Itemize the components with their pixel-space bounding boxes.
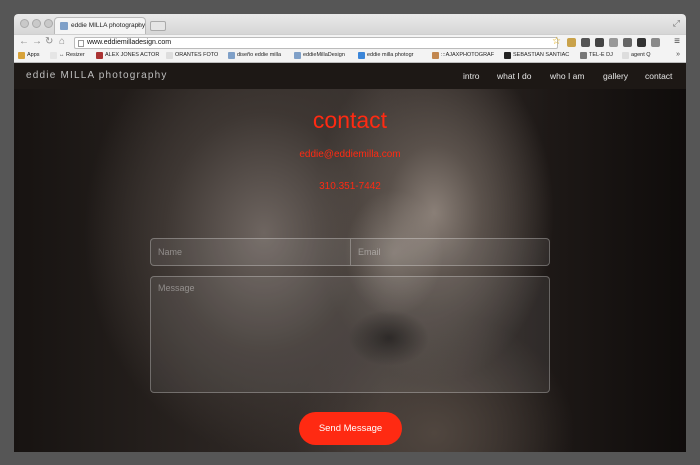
zoom-window-button[interactable] [44,19,53,28]
email-input[interactable] [350,238,550,266]
bookmark-item[interactable]: diseño eddie milla [228,52,281,59]
bookmark-icon [228,52,235,59]
bookmark-icon [294,52,301,59]
bookmark-icon [358,52,365,59]
bookmark-icon [580,52,587,59]
more-bookmarks-icon[interactable]: » [676,51,680,58]
reload-icon[interactable]: ↻ [45,36,53,47]
bookmark-item[interactable]: Apps [18,52,40,59]
nav-link-intro[interactable]: intro [463,71,480,81]
back-icon[interactable]: ← [19,36,29,47]
extension-icon-3[interactable] [609,38,618,47]
bookmark-item[interactable]: ↔ Resizer [50,52,85,59]
extension-icon-2[interactable] [581,38,590,47]
bookmark-star-icon[interactable]: ☆ [552,36,561,47]
browser-tab[interactable]: eddie MILLA photography × [54,17,146,34]
bookmark-icon [96,52,103,59]
browser-menu-icon[interactable]: ≡ [674,36,680,47]
site-header: eddie MILLA photography intro what I do … [14,63,686,89]
page-icon [78,40,84,47]
tab-strip: eddie MILLA photography × ⤢ [14,14,686,34]
extension-icon-6[interactable] [651,38,660,47]
close-window-button[interactable] [20,19,29,28]
bookmark-item[interactable]: ORANTES FOTO [166,52,218,59]
site-brand[interactable]: eddie MILLA photography [26,70,168,81]
minimize-window-button[interactable] [32,19,41,28]
site-favicon-icon [60,22,68,30]
bookmark-icon [622,52,629,59]
bookmark-icon [432,52,439,59]
message-textarea[interactable] [150,276,550,393]
bookmark-item[interactable]: agent Q [622,52,651,59]
bookmark-item[interactable]: eddieMillaDesign [294,52,345,59]
webpage: eddie MILLA photography intro what I do … [14,63,686,452]
new-tab-button[interactable] [150,21,166,31]
close-tab-icon[interactable]: × [136,21,141,30]
contact-email[interactable]: eddie@eddiemilla.com [14,149,686,160]
bookmark-item[interactable]: ALEX JONES ACTOR [96,52,159,59]
bookmark-icon [504,52,511,59]
fullscreen-icon[interactable]: ⤢ [673,18,680,29]
bookmark-item[interactable]: eddie milla photogr [358,52,413,59]
bookmark-icon [50,52,57,59]
page-title: contact [312,107,388,133]
nav-link-who-i-am[interactable]: who I am [550,71,585,81]
extension-icon-1[interactable] [567,38,576,47]
tab-title: eddie MILLA photography [71,22,146,29]
contact-phone[interactable]: 310.351-7442 [14,181,686,192]
browser-window: eddie MILLA photography × ⤢ ← → ↻ ⌂ www.… [14,14,686,452]
home-icon[interactable]: ⌂ [59,36,65,47]
extension-icon-5[interactable] [637,38,646,47]
bookmarks-bar: Apps ↔ Resizer ALEX JONES ACTOR ORANTES … [14,50,686,63]
apps-icon [18,52,25,59]
forward-icon[interactable]: → [32,36,42,47]
nav-link-contact[interactable]: contact [645,71,672,81]
browser-toolbar: ← → ↻ ⌂ www.eddiemilladesign.com ☆ ≡ [14,34,686,50]
address-bar[interactable]: www.eddiemilladesign.com [74,37,558,49]
nav-link-what-i-do[interactable]: what I do [497,71,532,81]
bookmark-item[interactable]: TEL-E DJ [580,52,613,59]
bookmark-item[interactable]: SEBASTIAN SANTIAC [504,52,569,59]
settings-gear-icon[interactable] [595,38,604,47]
nav-link-gallery[interactable]: gallery [603,71,628,81]
name-input[interactable] [150,238,350,266]
bookmark-item[interactable]: :::AJAXPHOTOGRAF [432,52,494,59]
bookmark-icon [166,52,173,59]
extension-icon-4[interactable] [623,38,632,47]
send-message-button[interactable]: Send Message [299,412,402,445]
url-text: www.eddiemilladesign.com [87,39,172,46]
